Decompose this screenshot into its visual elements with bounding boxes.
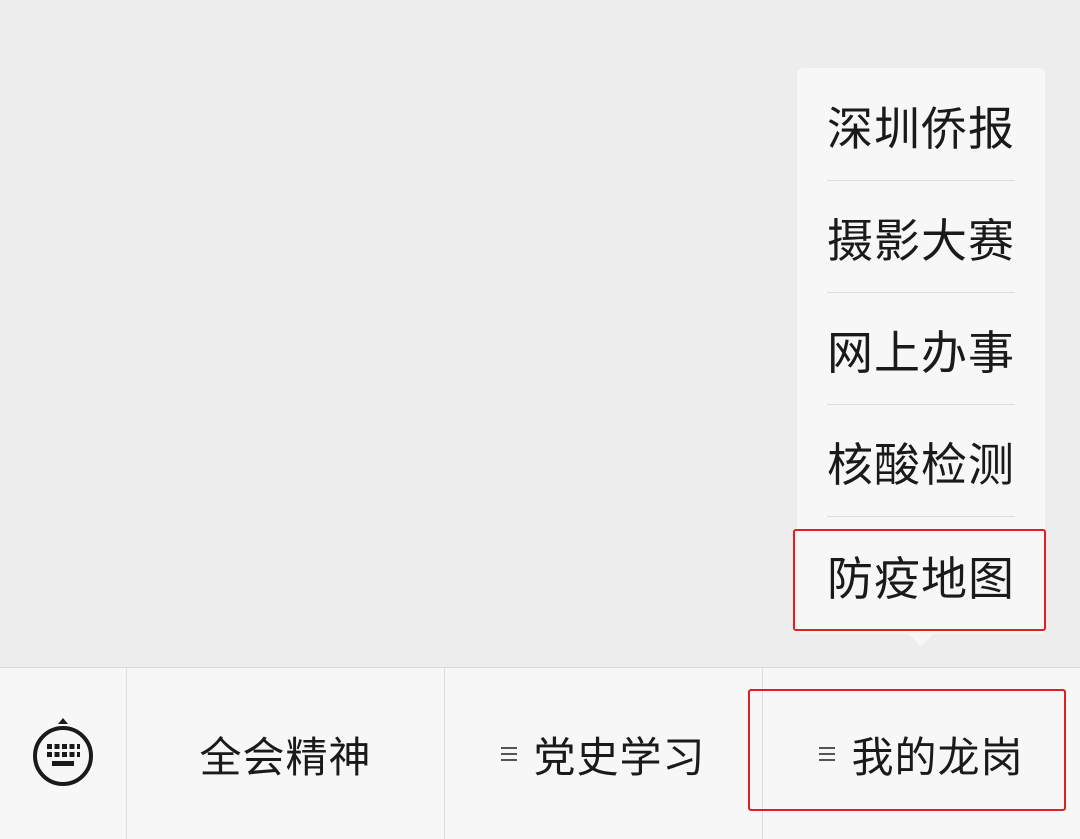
divider [827, 404, 1015, 405]
keyboard-toggle-button[interactable] [0, 668, 126, 839]
submenu-lines-icon [501, 745, 518, 763]
keyboard-icon [30, 716, 96, 792]
submenu-pointer-arrow [908, 633, 934, 647]
menu-item-label: 党史学习 [533, 732, 706, 782]
divider [827, 292, 1015, 293]
highlight-box-epidemic-map [793, 529, 1046, 631]
submenu-item-nucleic-acid-test[interactable]: 核酸检测 [827, 406, 1015, 518]
menu-item-party-history[interactable]: 党史学习 [444, 668, 762, 839]
submenu-item-label: 摄影大赛 [827, 214, 1015, 268]
submenu-item-photo-contest[interactable]: 摄影大赛 [827, 182, 1015, 294]
submenu-item-label: 网上办事 [827, 326, 1015, 380]
submenu-item-online-services[interactable]: 网上办事 [827, 294, 1015, 406]
submenu-item-shenzhen-qiaobao[interactable]: 深圳侨报 [827, 70, 1015, 182]
submenu-item-label: 核酸检测 [827, 438, 1015, 492]
divider [827, 180, 1015, 181]
chat-screen: 深圳侨报 摄影大赛 网上办事 核酸检测 防疫地图 全会精神 党史学习 我的龙岗 [0, 0, 1080, 839]
highlight-box-my-longgang [748, 689, 1066, 811]
divider [827, 516, 1015, 517]
menu-item-label: 全会精神 [199, 732, 372, 782]
menu-item-plenary-spirit[interactable]: 全会精神 [126, 668, 444, 839]
submenu-item-label: 深圳侨报 [827, 102, 1015, 156]
